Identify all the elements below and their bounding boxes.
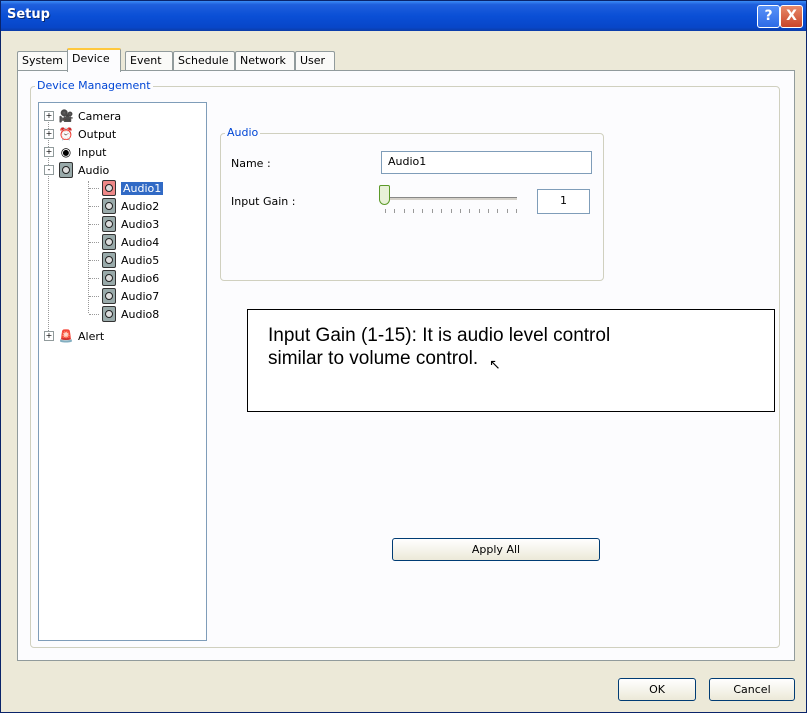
slider-tick	[469, 209, 470, 213]
tree-node-audio3[interactable]: Audio3	[89, 215, 159, 233]
tree-node-label: Alert	[78, 329, 105, 343]
output-icon: ⏰	[58, 127, 74, 141]
annotation-box: Input Gain (1-15): It is audio level con…	[247, 309, 775, 412]
mouse-cursor-icon: ↖	[489, 357, 501, 373]
alert-icon: 🚨	[58, 329, 74, 343]
input-gain-value[interactable]: 1	[537, 189, 590, 214]
slider-tick	[507, 209, 508, 213]
expand-icon[interactable]: +	[44, 111, 54, 121]
tab-network[interactable]: Network	[235, 51, 295, 70]
tree-node-audio5[interactable]: Audio5	[89, 251, 159, 269]
tree-node-label: Audio4	[121, 235, 160, 249]
slider-tick	[413, 209, 414, 213]
slider-tick	[422, 209, 423, 213]
annotation-line-2: similar to volume control.	[268, 348, 479, 369]
expand-icon[interactable]: +	[44, 147, 54, 157]
close-button[interactable]: X	[780, 5, 803, 28]
expand-icon[interactable]: +	[44, 331, 54, 341]
audio-legend: Audio	[225, 126, 261, 139]
tab-user[interactable]: User	[295, 51, 335, 70]
slider-tick	[516, 209, 517, 213]
slider-thumb[interactable]	[379, 185, 390, 205]
tree-node-audio6[interactable]: Audio6	[89, 269, 159, 287]
tree-node-label: Camera	[78, 109, 122, 123]
slider-tick	[385, 209, 386, 213]
slider-tick	[404, 209, 405, 213]
help-button[interactable]: ?	[757, 5, 780, 28]
tree-node-audio2[interactable]: Audio2	[89, 197, 159, 215]
tree-node-label: Audio	[78, 163, 110, 177]
tree-node-label: Audio2	[121, 199, 160, 213]
input-gain-slider[interactable]	[383, 197, 517, 200]
slider-ticks	[385, 209, 517, 215]
slider-tick	[432, 209, 433, 213]
tree-node-label: Output	[78, 127, 117, 141]
slider-tick	[394, 209, 395, 213]
title-bar[interactable]: Setup ? X	[1, 1, 806, 31]
speaker-icon	[101, 180, 117, 196]
slider-tick	[451, 209, 452, 213]
slider-tick	[460, 209, 461, 213]
apply-all-button[interactable]: Apply All	[392, 538, 600, 561]
speaker-icon	[101, 234, 117, 250]
tree-node-label: Audio5	[121, 253, 160, 267]
input-icon: ◉	[60, 145, 72, 159]
setup-window: Setup ? X System Device Event Schedule N…	[0, 0, 807, 713]
tree-node-audio[interactable]: - Audio	[44, 161, 109, 179]
speaker-icon	[101, 306, 117, 322]
window-title: Setup	[7, 7, 50, 22]
tree-node-audio7[interactable]: Audio7	[89, 287, 159, 305]
tab-schedule[interactable]: Schedule	[173, 51, 235, 70]
tree-node-input[interactable]: + ◉ Input	[44, 143, 106, 161]
tree-node-label: Audio3	[121, 217, 160, 231]
tree-node-label: Audio7	[121, 289, 160, 303]
tree-node-label: Input	[78, 145, 107, 159]
tree-node-output[interactable]: + ⏰ Output	[44, 125, 116, 143]
speaker-icon	[101, 270, 117, 286]
speaker-icon	[101, 252, 117, 268]
annotation-line-1: Input Gain (1-15): It is audio level con…	[268, 325, 611, 346]
tab-device[interactable]: Device	[67, 48, 121, 72]
camera-icon: 🎥	[58, 109, 74, 123]
tree-node-alert[interactable]: + 🚨 Alert	[44, 327, 104, 345]
slider-tick	[479, 209, 480, 213]
tree-node-camera[interactable]: + 🎥 Camera	[44, 107, 121, 125]
name-input[interactable]: Audio1	[381, 151, 592, 174]
tree-node-label: Audio6	[121, 271, 160, 285]
tree-node-audio1[interactable]: Audio1	[89, 179, 164, 197]
expand-icon[interactable]: +	[44, 129, 54, 139]
speaker-icon	[101, 216, 117, 232]
collapse-icon[interactable]: -	[44, 165, 54, 175]
input-gain-label: Input Gain :	[231, 195, 296, 208]
slider-tick	[497, 209, 498, 213]
device-tree[interactable]: + 🎥 Camera + ⏰ Output + ◉ Input - Audio …	[38, 102, 207, 641]
tab-system[interactable]: System	[17, 51, 71, 70]
slider-tick	[441, 209, 442, 213]
tree-node-audio8[interactable]: Audio8	[89, 305, 159, 323]
tree-node-label: Audio8	[121, 307, 160, 321]
slider-tick	[488, 209, 489, 213]
cancel-button[interactable]: Cancel	[709, 678, 795, 701]
device-management-legend: Device Management	[35, 79, 153, 92]
tab-event[interactable]: Event	[125, 51, 173, 70]
audio-icon	[58, 162, 74, 178]
ok-button[interactable]: OK	[618, 678, 696, 701]
speaker-icon	[101, 288, 117, 304]
speaker-icon	[101, 198, 117, 214]
tree-node-label: Audio1	[121, 181, 164, 195]
tree-node-audio4[interactable]: Audio4	[89, 233, 159, 251]
name-label: Name :	[231, 157, 271, 170]
